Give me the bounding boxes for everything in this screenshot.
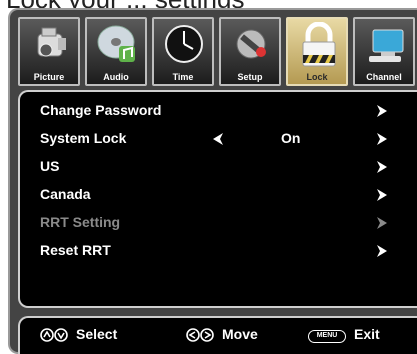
camcorder-icon xyxy=(20,22,78,68)
menu-item-label: RRT Setting xyxy=(40,214,121,230)
hint-select: Select xyxy=(40,326,140,346)
tab-label: Lock xyxy=(306,72,328,82)
computer-icon xyxy=(355,22,413,68)
tab-audio[interactable]: Audio xyxy=(85,17,147,86)
arrow-right-icon[interactable] xyxy=(376,132,388,146)
tab-label: Channel xyxy=(366,72,402,82)
menu-item-label: Canada xyxy=(40,186,91,202)
menu-item-change-password[interactable]: Change Password xyxy=(40,100,410,124)
menu-item-system-lock[interactable]: System Lock On xyxy=(40,128,410,152)
tab-lock[interactable]: Lock xyxy=(286,17,348,86)
menu-item-label: Reset RRT xyxy=(40,242,111,258)
key-hint-bar: Select Move MENU Exit xyxy=(18,316,417,354)
arrow-right-icon xyxy=(377,245,387,257)
menu-item-label: Change Password xyxy=(40,102,162,118)
arrow-right-icon xyxy=(377,217,387,229)
tab-setup[interactable]: Setup xyxy=(219,17,281,86)
tab-picture[interactable]: Picture xyxy=(18,17,80,86)
menu-item-label: System Lock xyxy=(40,130,127,146)
menu-key-icon: MENU xyxy=(308,330,346,343)
tab-time[interactable]: Time xyxy=(152,17,214,86)
arrow-left-icon[interactable] xyxy=(212,132,224,146)
tab-label: Time xyxy=(172,72,194,82)
hint-move: Move xyxy=(186,326,286,346)
menu-item-canada[interactable]: Canada xyxy=(40,184,410,208)
menu-item-reset-rrt[interactable]: Reset RRT xyxy=(40,240,410,264)
tab-label: Audio xyxy=(103,72,129,82)
hint-select-label: Select xyxy=(76,326,118,342)
clock-icon xyxy=(154,22,212,68)
menu-item-label: US xyxy=(40,158,60,174)
padlock-icon xyxy=(288,21,346,68)
music-disc-icon xyxy=(87,22,145,68)
arrow-right-icon xyxy=(377,105,387,117)
menu-item-rrt-setting: RRT Setting xyxy=(40,212,410,236)
system-lock-value: On xyxy=(281,130,301,146)
up-down-keys-icon xyxy=(40,328,68,342)
hint-exit: MENU Exit xyxy=(308,326,408,346)
left-right-keys-icon xyxy=(186,328,214,342)
tab-label: Picture xyxy=(33,72,65,82)
tab-label: Setup xyxy=(237,72,263,82)
lock-menu-panel: Change Password System Lock On US Canada… xyxy=(18,90,417,308)
arrow-right-icon xyxy=(377,161,387,173)
menu-item-us[interactable]: US xyxy=(40,156,410,180)
tab-channel[interactable]: Channel xyxy=(353,17,415,86)
arrow-right-icon xyxy=(377,189,387,201)
hint-move-label: Move xyxy=(222,326,258,342)
tools-icon xyxy=(221,22,279,68)
hint-exit-label: Exit xyxy=(354,326,380,342)
menu-tab-bar: Picture Audio Time Setup Lock Channel xyxy=(18,17,417,88)
